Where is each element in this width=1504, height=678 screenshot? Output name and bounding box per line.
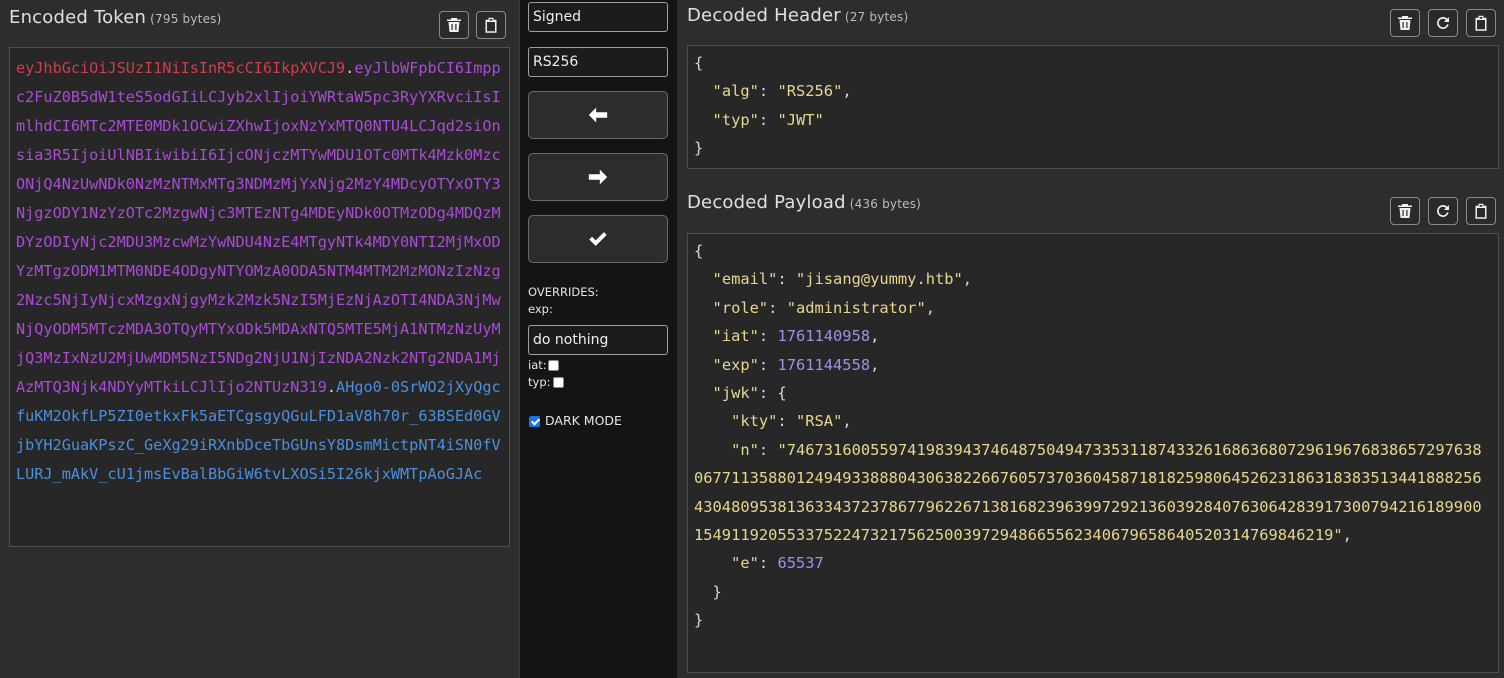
clear-payload-button[interactable] xyxy=(1390,197,1420,225)
payload-size: (436 bytes) xyxy=(849,197,922,211)
payload-title-text: Decoded Payload xyxy=(687,192,846,213)
typ-label: typ: xyxy=(528,375,551,389)
clipboard-icon xyxy=(485,17,497,33)
encoded-size: (795 bytes) xyxy=(150,12,222,26)
overrides-label: OVERRIDES: xyxy=(528,285,599,299)
payload-n-value: 7467316005597419839437464875049473353118… xyxy=(694,440,1482,545)
encoded-title: Encoded Token (795 bytes) xyxy=(9,7,222,28)
trash-icon xyxy=(447,18,461,32)
algorithm-select[interactable]: RS256 xyxy=(528,47,668,77)
refresh-icon xyxy=(1436,204,1449,217)
iat-checkbox[interactable] xyxy=(548,360,559,371)
clear-token-button[interactable] xyxy=(439,11,469,39)
token-dot: . xyxy=(345,59,355,77)
trash-icon xyxy=(1398,16,1412,30)
payload-e-value: 65537 xyxy=(777,554,824,573)
header-json: { "alg": "RS256", "typ": "JWT" } xyxy=(694,54,852,158)
decoded-payload-editor[interactable]: { "email": "jisang@yummy.htb", "role": "… xyxy=(687,233,1499,673)
decode-button[interactable] xyxy=(528,153,668,201)
copy-header-button[interactable] xyxy=(1466,9,1496,37)
controls-panel: Signed RS256 OVERRIDES: exp: do nothing … xyxy=(520,0,677,678)
payload-role-value: administrator xyxy=(795,298,917,317)
refresh-icon xyxy=(1436,16,1449,29)
token-payload-part: eyJlbWFpbCI6Imppc2FuZ0B5dW1teS5odGIiLCJy… xyxy=(16,59,501,396)
header-size: (27 bytes) xyxy=(844,10,909,24)
mode-select-value: Signed xyxy=(533,9,582,25)
algorithm-select-value: RS256 xyxy=(533,54,579,70)
header-typ-value: JWT xyxy=(786,110,815,129)
payload-exp-value: 1761144558 xyxy=(777,355,871,374)
arrow-left-icon xyxy=(588,107,608,123)
payload-kty-value: RSA xyxy=(805,412,834,431)
header-title-text: Decoded Header xyxy=(687,5,841,26)
payload-email-value: jisang@yummy.htb xyxy=(805,270,954,289)
clipboard-icon xyxy=(1475,15,1487,31)
arrow-right-icon xyxy=(588,169,608,185)
encoded-title-text: Encoded Token xyxy=(9,7,147,28)
copy-payload-button[interactable] xyxy=(1466,197,1496,225)
dark-mode-checkbox[interactable] xyxy=(529,416,540,427)
token-header-part: eyJhbGciOiJSUzI1NiIsInR5cCI6IkpXVCJ9 xyxy=(16,59,346,77)
encode-button[interactable] xyxy=(528,91,668,139)
encoded-token-textarea[interactable]: eyJhbGciOiJSUzI1NiIsInR5cCI6IkpXVCJ9.eyJ… xyxy=(9,47,510,547)
mode-select[interactable]: Signed xyxy=(528,2,668,32)
verify-button[interactable] xyxy=(528,215,668,263)
header-title: Decoded Header (27 bytes) xyxy=(687,5,908,26)
typ-checkbox[interactable] xyxy=(553,377,564,388)
payload-json: { "email": "jisang@yummy.htb", "role": "… xyxy=(694,242,1482,630)
payload-title: Decoded Payload (436 bytes) xyxy=(687,192,921,213)
iat-label: iat: xyxy=(528,358,547,372)
token-dot: . xyxy=(326,378,337,396)
decoded-header-editor[interactable]: { "alg": "RS256", "typ": "JWT" } xyxy=(687,45,1499,169)
clear-header-button[interactable] xyxy=(1390,9,1420,37)
clipboard-icon xyxy=(1475,203,1487,219)
exp-override-value: do nothing xyxy=(533,332,609,348)
encoded-panel: Encoded Token (795 bytes) eyJhbGciOiJSUzI… xyxy=(0,0,520,678)
copy-token-button[interactable] xyxy=(476,11,506,39)
dark-mode-label: DARK MODE xyxy=(545,413,622,428)
trash-icon xyxy=(1398,204,1412,218)
reformat-header-button[interactable] xyxy=(1428,9,1458,37)
reformat-payload-button[interactable] xyxy=(1428,197,1458,225)
decoded-panel: Decoded Header (27 bytes) { "alg": "RS256… xyxy=(678,0,1504,678)
check-icon xyxy=(589,232,607,246)
header-alg-value: RS256 xyxy=(786,82,834,101)
exp-label: exp: xyxy=(528,302,553,316)
exp-override-select[interactable]: do nothing xyxy=(528,325,668,355)
payload-iat-value: 1761140958 xyxy=(777,327,871,346)
